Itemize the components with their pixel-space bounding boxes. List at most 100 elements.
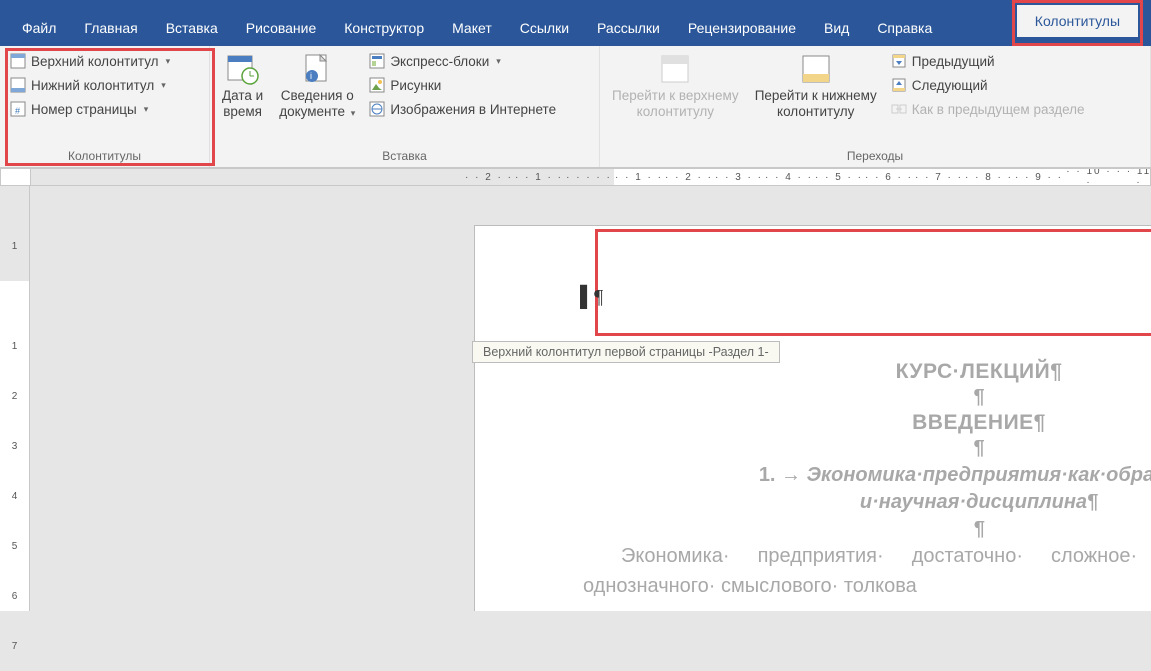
- ribbon: Верхний колонтитул ▾ Нижний колонтитул ▾…: [0, 46, 1151, 168]
- tab-view[interactable]: Вид: [810, 10, 863, 46]
- ruler-tick: 1: [12, 321, 18, 371]
- ruler-tick: · · 1 · ·: [514, 172, 564, 183]
- ruler-tick: 1: [12, 221, 18, 271]
- header-icon: [10, 53, 26, 69]
- ruler-tick: · · 6 · ·: [864, 172, 914, 183]
- footer-dropdown[interactable]: Нижний колонтитул ▾: [6, 74, 203, 96]
- next-icon: [891, 77, 907, 93]
- ruler-tick: 3: [12, 421, 18, 471]
- quick-parts-dropdown[interactable]: Экспресс-блоки ▾: [365, 50, 560, 72]
- link-to-previous-button[interactable]: Как в предыдущем разделе: [887, 98, 1089, 120]
- link-icon: [891, 101, 907, 117]
- heading: КУРС·ЛЕКЦИЙ¶: [583, 360, 1151, 384]
- empty-para: ¶: [583, 386, 1151, 409]
- ribbon-group-label: Колонтитулы: [6, 147, 203, 165]
- tab-design[interactable]: Конструктор: [330, 10, 438, 46]
- chevron-down-icon: ▾: [166, 56, 171, 67]
- label-line: колонтитулу: [777, 104, 854, 119]
- tab-draw[interactable]: Рисование: [232, 10, 331, 46]
- tab-layout[interactable]: Макет: [438, 10, 506, 46]
- ruler-tick: · · 2 · ·: [464, 172, 514, 183]
- ruler-tick: · · 8 · ·: [964, 172, 1014, 183]
- chevron-down-icon: ▾: [496, 56, 501, 67]
- previous-label: Предыдущий: [912, 54, 995, 69]
- document-info-icon: i: [300, 52, 334, 86]
- header-dropdown[interactable]: Верхний колонтитул ▾: [6, 50, 203, 72]
- subheading: 1. → Экономика·предприятия·как·образова: [583, 464, 1151, 487]
- document-info-dropdown[interactable]: i Сведения одокументе ▾: [273, 50, 361, 147]
- document-page[interactable]: ▌¶ Верхний колонтитул первой страницы -Р…: [475, 226, 1151, 611]
- ruler-tick: · · 9 · ·: [1014, 172, 1064, 183]
- ribbon-group-label: Переходы: [606, 147, 1144, 165]
- heading: ВВЕДЕНИЕ¶: [583, 411, 1151, 435]
- calendar-clock-icon: [226, 52, 260, 86]
- goto-header-button[interactable]: Перейти к верхнемуколонтитулу: [606, 50, 745, 147]
- document-workspace: ▌¶ Верхний колонтитул первой страницы -Р…: [30, 186, 1151, 611]
- header-area[interactable]: ▌¶: [475, 226, 1151, 341]
- link-label: Как в предыдущем разделе: [912, 102, 1085, 117]
- picture-icon: [369, 77, 385, 93]
- vertical-ruler[interactable]: 11234567: [0, 186, 30, 611]
- highlight-active-tab: Колонтитулы: [1012, 0, 1143, 46]
- ruler-tick: 2: [12, 371, 18, 421]
- empty-para: ¶: [583, 437, 1151, 460]
- empty-para: ¶: [583, 518, 1151, 541]
- ruler-tick: · · 4 · ·: [764, 172, 814, 183]
- label-line: Перейти к верхнему: [612, 88, 739, 103]
- chevron-down-icon: ▾: [144, 104, 149, 115]
- ruler-tick: · · 7 · ·: [914, 172, 964, 183]
- tab-review[interactable]: Рецензирование: [674, 10, 810, 46]
- highlight-header-area: [595, 229, 1151, 336]
- ruler-tick: 5: [12, 521, 18, 571]
- ruler-tick: · · 1 · ·: [614, 172, 664, 183]
- tab-insert[interactable]: Вставка: [152, 10, 232, 46]
- header-dropdown-label: Верхний колонтитул: [31, 54, 159, 69]
- tab-header-footer[interactable]: Колонтитулы: [1017, 5, 1138, 37]
- svg-text:#: #: [15, 106, 20, 116]
- label-line: Перейти к нижнему: [755, 88, 877, 103]
- goto-footer-icon: [799, 52, 833, 86]
- pictures-label: Рисунки: [390, 78, 441, 93]
- ruler-tick: · · 2 · ·: [664, 172, 714, 183]
- goto-footer-button[interactable]: Перейти к нижнемуколонтитулу: [749, 50, 883, 147]
- horizontal-ruler[interactable]: · · 2 · ·· · 1 · ·· · · · ·· · 1 · ·· · …: [30, 168, 1151, 186]
- svg-text:i: i: [310, 71, 312, 81]
- ruler-tick: 4: [12, 471, 18, 521]
- ribbon-tabs-bar: Файл Главная Вставка Рисование Конструкт…: [0, 0, 1151, 46]
- label-line: колонтитулу: [637, 104, 714, 119]
- online-pictures-label: Изображения в Интернете: [390, 102, 556, 117]
- tab-file[interactable]: Файл: [8, 10, 70, 46]
- cursor-pilcrow: ▌¶: [580, 286, 603, 309]
- quick-parts-label: Экспресс-блоки: [390, 54, 489, 69]
- document-body: КУРС·ЛЕКЦИЙ¶ ¶ ВВЕДЕНИЕ¶ ¶ 1. → Экономик…: [475, 344, 1151, 601]
- online-pictures-button[interactable]: Изображения в Интернете: [365, 98, 560, 120]
- tab-mailings[interactable]: Рассылки: [583, 10, 674, 46]
- pictures-button[interactable]: Рисунки: [365, 74, 560, 96]
- list-number: 1. →: [759, 464, 807, 486]
- tab-help[interactable]: Справка: [863, 10, 946, 46]
- paragraph: Экономика· предприятия· достаточно· слож…: [583, 541, 1151, 601]
- ruler-tick: · · 5 · ·: [814, 172, 864, 183]
- ruler-tick: · · 10 · ·: [1064, 168, 1114, 186]
- previous-icon: [891, 53, 907, 69]
- next-button[interactable]: Следующий: [887, 74, 1089, 96]
- previous-button[interactable]: Предыдущий: [887, 50, 1089, 72]
- label-line: Сведения о: [281, 88, 354, 103]
- date-time-button[interactable]: Дата ивремя: [216, 50, 269, 147]
- page-number-icon: #: [10, 101, 26, 117]
- page-number-dropdown-label: Номер страницы: [31, 102, 137, 117]
- ribbon-group-label: Вставка: [216, 147, 593, 165]
- next-label: Следующий: [912, 78, 988, 93]
- tab-references[interactable]: Ссылки: [506, 10, 583, 46]
- ruler-tick: · · 11 · ·: [1114, 168, 1151, 186]
- footer-dropdown-label: Нижний колонтитул: [31, 78, 154, 93]
- ruler-corner: [0, 168, 30, 186]
- tab-home[interactable]: Главная: [70, 10, 151, 46]
- footer-icon: [10, 77, 26, 93]
- ruler-tick: · · 3 · ·: [714, 172, 764, 183]
- label-line: время: [223, 104, 262, 119]
- subheading-text: Экономика·предприятия·как·образова: [807, 464, 1151, 486]
- page-number-dropdown[interactable]: # Номер страницы ▾: [6, 98, 203, 120]
- quick-parts-icon: [369, 53, 385, 69]
- label-line: Дата и: [222, 88, 263, 103]
